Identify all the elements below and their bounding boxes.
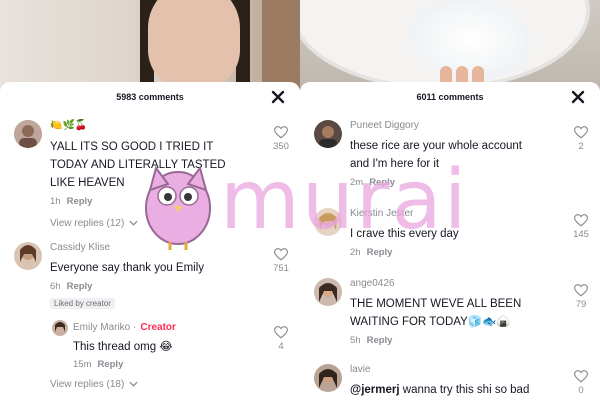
comment-time: 1h: [50, 196, 61, 207]
reply-meta: 15m Reply: [73, 359, 123, 370]
comment-meta: 2m Reply: [350, 177, 395, 188]
comment-text-line: and I'm here for it: [350, 158, 440, 170]
reply-time: 15m: [73, 359, 92, 370]
reply-button[interactable]: Reply: [97, 359, 123, 370]
comment-username[interactable]: Kierstin Jester: [350, 208, 413, 219]
like-count: 2: [578, 141, 584, 152]
creator-label: Creator: [140, 322, 176, 333]
comment-text-line: these rice are your whole account: [350, 140, 522, 152]
heart-icon: [274, 126, 288, 139]
comments-count-title: 5983 comments: [116, 92, 184, 102]
view-replies-label: View replies (12): [50, 218, 125, 229]
like-button[interactable]: 145: [566, 214, 596, 240]
video-background-door: [262, 0, 300, 90]
comment-text-line: TODAY AND LITERALLY TASTED: [50, 159, 226, 171]
like-count: 751: [273, 263, 289, 274]
comment-meta: 6h Reply: [50, 281, 92, 292]
avatar[interactable]: [52, 320, 68, 336]
avatar[interactable]: [314, 208, 342, 236]
reply-button[interactable]: Reply: [67, 281, 93, 292]
like-count: 145: [573, 229, 589, 240]
reply-text: This thread omg 😂: [73, 341, 173, 353]
comments-sheet: 6011 comments Puneet Diggory these rice …: [300, 82, 600, 400]
comment-time: 5h: [350, 335, 361, 346]
comment-time: 6h: [50, 281, 61, 292]
close-button[interactable]: [570, 89, 586, 105]
heart-icon: [574, 214, 588, 227]
video-preview[interactable]: [0, 0, 300, 90]
comment-username[interactable]: Puneet Diggory: [350, 120, 419, 131]
comment-text: Everyone say thank you Emily: [50, 262, 205, 274]
comments-sheet: 5983 comments 🍋🌿🍒 YALL ITS SO GOOD I TRI…: [0, 82, 300, 400]
comment-meta: 5h Reply: [350, 335, 392, 346]
like-button[interactable]: 751: [266, 248, 296, 274]
creator-name: Emily Mariko: [73, 322, 131, 333]
view-replies-label: View replies (18): [50, 379, 125, 390]
comment-text-line: THE MOMENT WEVE ALL BEEN: [350, 298, 522, 310]
comment-text-body: wanna try this shi so bad: [399, 384, 530, 396]
close-button[interactable]: [270, 89, 286, 105]
comment-text-line: YALL ITS SO GOOD I TRIED IT: [50, 141, 214, 153]
left-panel: 5983 comments 🍋🌿🍒 YALL ITS SO GOOD I TRI…: [0, 0, 300, 400]
like-button[interactable]: 2: [566, 126, 596, 152]
comment-time: 2m: [350, 177, 364, 188]
right-panel: 6011 comments Puneet Diggory these rice …: [300, 0, 600, 400]
avatar[interactable]: [14, 120, 42, 148]
heart-icon: [574, 126, 588, 139]
reply-button[interactable]: Reply: [369, 177, 395, 188]
close-icon: [271, 90, 285, 104]
reply-username[interactable]: Emily Mariko · Creator: [73, 322, 176, 333]
comment-meta: 2h Reply: [350, 247, 392, 258]
comment-username[interactable]: Cassidy Klise: [50, 242, 110, 253]
liked-by-creator-badge: Liked by creator: [50, 298, 115, 309]
reply-button[interactable]: Reply: [67, 196, 93, 207]
chevron-down-icon: [129, 381, 138, 387]
chevron-down-icon: [129, 220, 138, 226]
comment-text: @jermerj wanna try this shi so bad: [350, 381, 529, 399]
avatar[interactable]: [14, 242, 42, 270]
like-button[interactable]: 79: [566, 284, 596, 310]
comment-text-line: WAITING FOR TODAY🧊🐟🍙: [350, 316, 511, 328]
comments-count-title: 6011 comments: [416, 92, 484, 102]
avatar[interactable]: [314, 364, 342, 392]
comment-username[interactable]: lavie: [350, 364, 371, 375]
avatar[interactable]: [314, 278, 342, 306]
comment-text-line: LIKE HEAVEN: [50, 177, 125, 189]
video-preview[interactable]: [300, 0, 600, 90]
reply-button[interactable]: Reply: [367, 247, 393, 258]
avatar[interactable]: [314, 120, 342, 148]
view-replies-button[interactable]: View replies (18): [50, 379, 138, 390]
like-count: 4: [278, 341, 284, 352]
comment-username[interactable]: 🍋🌿🍒: [50, 120, 87, 131]
like-count: 79: [575, 299, 587, 310]
like-button[interactable]: 4: [266, 326, 296, 352]
reply-button[interactable]: Reply: [367, 335, 393, 346]
comment-text: I crave this every day: [350, 228, 459, 240]
like-button[interactable]: 0: [566, 370, 596, 396]
heart-icon: [274, 248, 288, 261]
like-button[interactable]: 350: [266, 126, 296, 152]
like-count: 0: [578, 385, 584, 396]
comment-time: 2h: [350, 247, 361, 258]
mention-link[interactable]: @jermerj: [350, 384, 400, 396]
heart-icon: [574, 284, 588, 297]
heart-icon: [574, 370, 588, 383]
comment-username[interactable]: ange0426: [350, 278, 395, 289]
close-icon: [571, 90, 585, 104]
video-face: [148, 0, 240, 90]
comment-meta: 1h Reply: [50, 196, 92, 207]
like-count: 350: [273, 141, 289, 152]
heart-icon: [274, 326, 288, 339]
view-replies-button[interactable]: View replies (12): [50, 218, 138, 229]
